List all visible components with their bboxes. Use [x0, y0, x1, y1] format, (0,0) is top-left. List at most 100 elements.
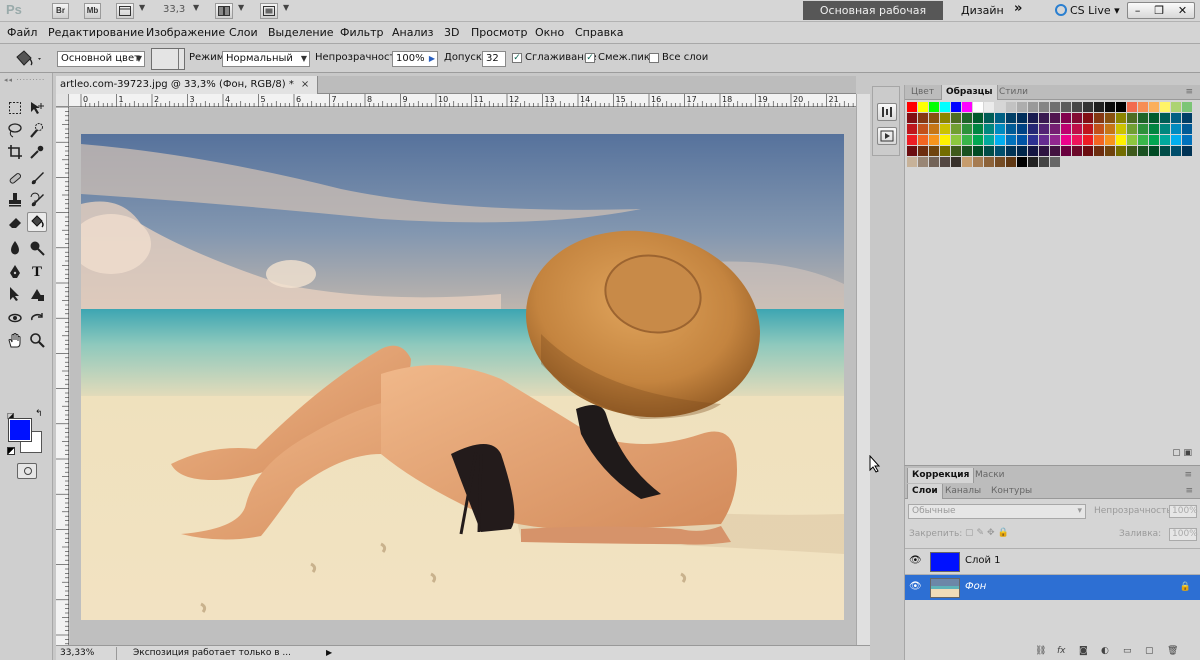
color-swatch[interactable] [1039, 113, 1049, 123]
menu-view[interactable]: Просмотр [471, 26, 527, 39]
color-swatch[interactable] [951, 135, 961, 145]
chevron-down-icon[interactable]: ▼ [139, 3, 145, 12]
clone-stamp-tool[interactable] [5, 190, 25, 210]
tab-styles[interactable]: Стили [995, 85, 1032, 100]
color-swatch[interactable] [1138, 113, 1148, 123]
color-swatch[interactable] [907, 135, 917, 145]
chevron-right-icon[interactable]: ▶ [326, 648, 332, 657]
paint-bucket-tool[interactable] [27, 212, 47, 232]
color-swatch[interactable] [1105, 146, 1115, 156]
color-swatch[interactable] [1050, 157, 1060, 167]
color-swatch[interactable] [1006, 102, 1016, 112]
workspace-essentials-button[interactable]: Основная рабочая среда [803, 1, 943, 36]
swap-colors-icon[interactable]: ↰ [35, 409, 43, 419]
menu-window[interactable]: Окно [535, 26, 564, 39]
quick-mask-button[interactable] [17, 463, 37, 479]
chevron-down-icon[interactable]: ▼ [283, 3, 289, 12]
color-swatch[interactable] [962, 102, 972, 112]
color-swatch[interactable] [1149, 124, 1159, 134]
layer-opacity-input[interactable]: 100% [1169, 505, 1198, 518]
color-swatch[interactable] [1171, 124, 1181, 134]
color-swatch[interactable] [1116, 124, 1126, 134]
color-swatch[interactable] [1072, 124, 1082, 134]
color-swatch[interactable] [940, 146, 950, 156]
new-layer-icon[interactable]: ▢ [1145, 646, 1154, 656]
color-swatch[interactable] [1105, 113, 1115, 123]
color-swatch[interactable] [1006, 135, 1016, 145]
color-swatch[interactable] [962, 113, 972, 123]
color-swatch[interactable] [951, 102, 961, 112]
menu-image[interactable]: Изображение [146, 26, 225, 39]
color-swatch[interactable] [1127, 135, 1137, 145]
workspace-more-button[interactable]: » [1014, 1, 1022, 16]
color-swatch[interactable] [1149, 146, 1159, 156]
color-swatch[interactable] [1050, 113, 1060, 123]
mask-icon[interactable]: ◙ [1079, 646, 1088, 656]
color-swatch[interactable] [1116, 135, 1126, 145]
close-icon[interactable]: × [301, 79, 309, 90]
color-swatch[interactable] [1149, 135, 1159, 145]
folder-icon[interactable]: ▭ [1123, 646, 1132, 656]
color-swatch[interactable] [1171, 146, 1181, 156]
history-panel-button[interactable] [877, 103, 897, 121]
default-colors-swatch[interactable] [7, 447, 15, 455]
color-swatch[interactable] [1182, 113, 1192, 123]
color-swatch[interactable] [1138, 135, 1148, 145]
color-swatch[interactable] [1083, 146, 1093, 156]
color-swatch[interactable] [940, 157, 950, 167]
color-swatch[interactable] [951, 124, 961, 134]
color-swatch[interactable] [1017, 157, 1027, 167]
color-swatch[interactable] [929, 157, 939, 167]
color-swatch[interactable] [1105, 102, 1115, 112]
close-icon[interactable]: ✕ [1178, 4, 1187, 17]
foreground-color-swatch[interactable] [8, 418, 32, 442]
color-swatch[interactable] [1028, 135, 1038, 145]
color-swatch[interactable] [1061, 124, 1071, 134]
eraser-tool[interactable] [5, 212, 25, 232]
color-swatch[interactable] [940, 113, 950, 123]
color-swatch[interactable] [1138, 102, 1148, 112]
marquee-tool[interactable] [5, 98, 25, 118]
color-swatch[interactable] [1182, 124, 1192, 134]
color-swatch[interactable] [1127, 124, 1137, 134]
horizontal-ruler[interactable]: 0 1 2 3 4 5 6 7 8 9 10 11 12 13 14 15 16 17 18 19 20 21 [69, 94, 856, 107]
color-swatch[interactable] [1094, 135, 1104, 145]
layer-row[interactable]: 👁 Фон 🔒 [905, 574, 1200, 600]
color-swatch[interactable] [973, 102, 983, 112]
color-swatch[interactable] [1149, 113, 1159, 123]
type-tool[interactable]: T [27, 262, 47, 282]
eye-icon[interactable]: 👁 [909, 555, 923, 569]
link-icon[interactable]: ⛓ [1035, 646, 1046, 656]
canvas-area[interactable] [70, 108, 856, 645]
panel-menu-icon[interactable]: ≡ [1181, 85, 1197, 100]
color-swatch[interactable] [962, 146, 972, 156]
color-swatch[interactable] [1050, 102, 1060, 112]
color-swatch[interactable] [973, 135, 983, 145]
color-swatch[interactable] [907, 124, 917, 134]
color-swatch[interactable] [1171, 113, 1181, 123]
color-swatch[interactable] [973, 146, 983, 156]
color-swatch[interactable] [929, 102, 939, 112]
screen-mode-button[interactable] [260, 3, 278, 19]
color-swatch[interactable] [907, 113, 917, 123]
color-swatch[interactable] [929, 135, 939, 145]
crop-tool[interactable] [5, 142, 25, 162]
menu-3d[interactable]: 3D [444, 26, 459, 39]
menu-select[interactable]: Выделение [268, 26, 334, 39]
color-swatch[interactable] [1050, 146, 1060, 156]
color-swatch[interactable] [1017, 124, 1027, 134]
color-swatch[interactable] [995, 124, 1005, 134]
color-swatch[interactable] [929, 146, 939, 156]
pattern-picker[interactable] [151, 48, 185, 70]
tolerance-input[interactable]: 32 [482, 51, 506, 67]
color-swatch[interactable] [1160, 135, 1170, 145]
color-swatch[interactable] [1138, 146, 1148, 156]
menu-edit[interactable]: Редактирование [48, 26, 144, 39]
panel-menu-icon[interactable]: ≡ [1181, 484, 1197, 499]
color-swatch[interactable] [1182, 135, 1192, 145]
tab-layers[interactable]: Слои [907, 484, 943, 499]
color-swatch[interactable] [1083, 113, 1093, 123]
color-swatch[interactable] [951, 146, 961, 156]
color-swatch[interactable] [973, 157, 983, 167]
color-swatch[interactable] [1083, 135, 1093, 145]
